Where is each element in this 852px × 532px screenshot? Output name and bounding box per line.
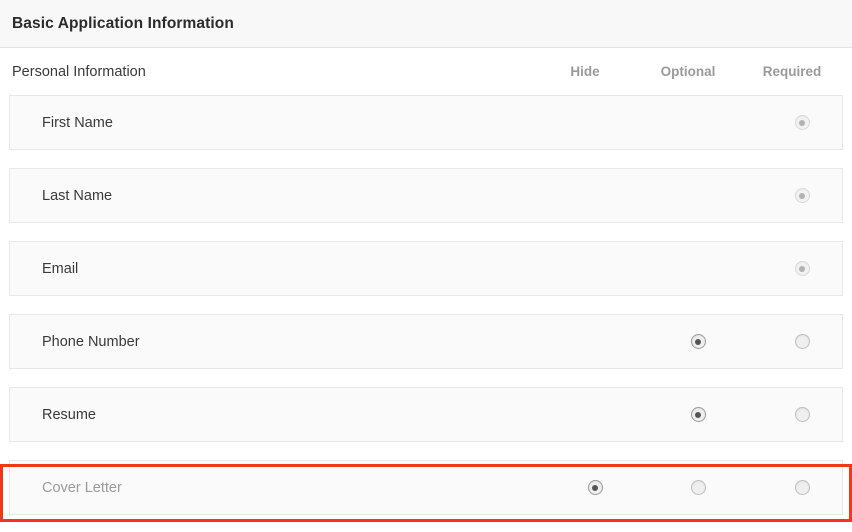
column-header-hide: Hide bbox=[570, 64, 600, 79]
radio-required-icon[interactable] bbox=[794, 407, 810, 422]
radio-cell-hide[interactable] bbox=[584, 477, 606, 499]
radio-cell-optional bbox=[687, 185, 709, 207]
table-row: Phone Number bbox=[9, 314, 843, 369]
radio-cell-hide bbox=[584, 331, 606, 353]
radio-cell-required[interactable] bbox=[791, 477, 813, 499]
field-rows: First Name Last Name Email Phone Number Resu… bbox=[9, 95, 843, 515]
field-label: Email bbox=[42, 260, 79, 277]
table-row: First Name bbox=[9, 95, 843, 150]
radio-optional-icon[interactable] bbox=[690, 407, 706, 422]
radio-cell-hide bbox=[584, 112, 606, 134]
radio-cell-optional[interactable] bbox=[687, 477, 709, 499]
field-label: First Name bbox=[42, 114, 113, 131]
radio-optional-icon[interactable] bbox=[690, 480, 706, 495]
panel-header: Basic Application Information bbox=[0, 0, 852, 48]
table-row: Resume bbox=[9, 387, 843, 442]
radio-optional-icon[interactable] bbox=[690, 334, 706, 349]
field-label: Resume bbox=[42, 406, 96, 423]
radio-required-icon[interactable] bbox=[794, 480, 810, 495]
radio-cell-optional[interactable] bbox=[687, 404, 709, 426]
field-label: Last Name bbox=[42, 187, 113, 204]
radio-cell-hide bbox=[584, 404, 606, 426]
radio-hide-icon[interactable] bbox=[587, 480, 603, 495]
radio-cell-hide bbox=[584, 185, 606, 207]
radio-required-icon[interactable] bbox=[794, 334, 810, 349]
radio-cell-required[interactable] bbox=[791, 404, 813, 426]
field-label: Phone Number bbox=[42, 333, 140, 350]
radio-required-icon bbox=[794, 261, 810, 276]
section-title: Personal Information bbox=[12, 63, 146, 80]
radio-cell-optional bbox=[687, 258, 709, 280]
column-header-optional: Optional bbox=[660, 64, 716, 79]
radio-cell-required[interactable] bbox=[791, 258, 813, 280]
section-header: Personal Information Hide Optional Requi… bbox=[0, 48, 852, 95]
field-label: Cover Letter bbox=[42, 479, 122, 496]
table-row: Last Name bbox=[9, 168, 843, 223]
radio-cell-optional bbox=[687, 112, 709, 134]
column-header-required: Required bbox=[762, 64, 822, 79]
radio-cell-required[interactable] bbox=[791, 112, 813, 134]
field-rows-container: First Name Last Name Email Phone Number Resu… bbox=[0, 95, 852, 515]
table-row: Email bbox=[9, 241, 843, 296]
radio-required-icon bbox=[794, 188, 810, 203]
radio-cell-required[interactable] bbox=[791, 185, 813, 207]
radio-cell-optional[interactable] bbox=[687, 331, 709, 353]
table-row: Cover Letter bbox=[9, 460, 843, 515]
radio-cell-required[interactable] bbox=[791, 331, 813, 353]
radio-required-icon bbox=[794, 115, 810, 130]
page-title: Basic Application Information bbox=[12, 14, 234, 32]
radio-cell-hide bbox=[584, 258, 606, 280]
